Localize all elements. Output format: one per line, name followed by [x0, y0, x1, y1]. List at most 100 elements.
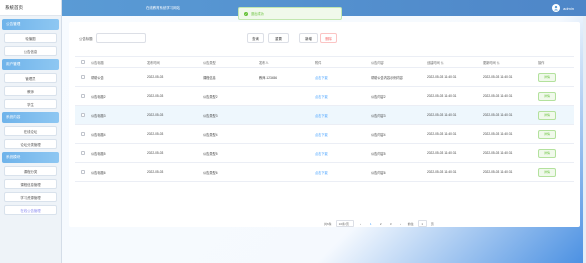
- sidebar: 系统首页 公告管理 轮播图 公告信息 用户管理 管理员 教师 学生 系统内容 在线论坛 论坛分类管…: [0, 0, 62, 263]
- download-link[interactable]: 点击下载: [315, 171, 328, 175]
- detail-button[interactable]: 详情: [538, 72, 556, 82]
- sidebar-item[interactable]: 教师: [4, 86, 57, 96]
- row-checkbox[interactable]: [75, 151, 89, 155]
- table-cell: 2022-05-03: [147, 113, 164, 117]
- action-cell: 详情: [536, 72, 574, 82]
- avatar[interactable]: [552, 4, 561, 12]
- sidebar-item[interactable]: 轮播图: [4, 33, 57, 43]
- add-button[interactable]: 新增: [299, 33, 318, 43]
- check-icon: ✓: [244, 11, 248, 16]
- table-row[interactable]: 公告标题5 2022-05-03 公告类型5 点击下载 公告内容5 2022-05-03 …: [75, 144, 574, 163]
- column-header: 公告类型: [203, 60, 216, 65]
- action-cell: 详情: [536, 129, 574, 139]
- announcement-table: 公告标题 发布时间 公告类型 发布人 附件 公告内容 创建时间 ⇅ 更新时间 ⇅…: [75, 56, 574, 182]
- table-cell: 2022-05-03: [147, 94, 164, 98]
- page-number[interactable]: 2: [378, 220, 384, 227]
- attachment-cell: 点击下载: [313, 170, 369, 175]
- detail-button[interactable]: 详情: [538, 110, 556, 120]
- table-cell: 2022-05-03 11:40:31: [427, 170, 457, 174]
- download-link[interactable]: 点击下载: [315, 95, 328, 99]
- row-checkbox[interactable]: [75, 170, 89, 174]
- row-checkbox[interactable]: [75, 94, 89, 98]
- table-cell: 公告标题4: [91, 132, 106, 137]
- sidebar-item[interactable]: 课程信息管理: [4, 179, 57, 189]
- column-header: 发布人: [259, 60, 269, 65]
- table-cell: 公告标题6: [91, 170, 106, 175]
- table-cell: 2022-05-03 11:40:31: [483, 75, 513, 79]
- next-page-button[interactable]: ›: [398, 220, 404, 227]
- header-title: 在线教育系统学习网站: [146, 6, 180, 10]
- select-all-checkbox[interactable]: [75, 60, 89, 64]
- sidebar-section[interactable]: 用户管理: [2, 59, 59, 70]
- table-row[interactable]: 公告标题4 2022-05-03 公告类型4 点击下载 公告内容4 2022-05-03 …: [75, 125, 574, 144]
- table-cell: 2022-05-03 11:40:31: [427, 113, 457, 117]
- reset-button[interactable]: 重置: [268, 33, 289, 43]
- column-header-sortable[interactable]: 创建时间 ⇅: [425, 60, 481, 65]
- table-row[interactable]: 公告标题3 2022-05-03 公告类型3 点击下载 公告内容3 2022-05-03 …: [75, 106, 574, 125]
- table-cell: 2022-05-03: [147, 132, 164, 136]
- sidebar-item[interactable]: 学生: [4, 99, 57, 109]
- table-row[interactable]: 公告标题2 2022-05-03 公告类型2 点击下载 公告内容2 2022-05-03 …: [75, 87, 574, 106]
- attachment-cell: 点击下载: [313, 113, 369, 118]
- table-cell: 公告内容4: [371, 132, 386, 137]
- detail-button[interactable]: 详情: [538, 129, 556, 139]
- search-button[interactable]: 查询: [247, 33, 264, 43]
- download-link[interactable]: 点击下载: [315, 152, 328, 156]
- table-cell: 公告内容6: [371, 170, 386, 175]
- table-cell: 2022-05-03 11:40:31: [427, 151, 457, 155]
- table-cell: 公告类型6: [203, 170, 218, 175]
- sidebar-item[interactable]: 课程分类: [4, 166, 57, 176]
- goto-page-input[interactable]: 1: [417, 220, 427, 227]
- action-cell: 详情: [536, 110, 574, 120]
- sidebar-item[interactable]: 在线论坛: [4, 126, 57, 136]
- table-cell: 公告内容2: [371, 94, 386, 99]
- table-cell: 2022-05-03: [147, 75, 164, 79]
- column-header: 发布时间: [147, 60, 160, 65]
- download-link[interactable]: 点击下载: [315, 76, 328, 80]
- detail-button[interactable]: 详情: [538, 148, 556, 158]
- page-number[interactable]: 1: [368, 220, 374, 227]
- table-cell: 2022-05-03 11:40:31: [483, 151, 513, 155]
- column-header: 公告内容: [371, 60, 384, 65]
- download-link[interactable]: 点击下载: [315, 114, 328, 118]
- column-header: 操作: [538, 60, 545, 65]
- column-header-sortable[interactable]: 更新时间 ⇅: [481, 60, 536, 65]
- attachment-cell: 点击下载: [313, 94, 369, 99]
- table-cell: 2022-05-03 11:40:31: [483, 94, 513, 98]
- table-header: 公告标题 发布时间 公告类型 发布人 附件 公告内容 创建时间 ⇅ 更新时间 ⇅…: [75, 57, 574, 68]
- row-checkbox[interactable]: [75, 132, 89, 136]
- attachment-cell: 点击下载: [313, 151, 369, 156]
- delete-button[interactable]: 删除: [320, 33, 337, 43]
- table-cell: 课程信息: [203, 75, 216, 80]
- page-size-select[interactable]: 10条/页: [335, 220, 354, 227]
- row-checkbox[interactable]: [75, 75, 89, 79]
- row-checkbox[interactable]: [75, 113, 89, 117]
- detail-button[interactable]: 详情: [538, 167, 556, 177]
- download-link[interactable]: 点击下载: [315, 133, 328, 137]
- action-cell: 详情: [536, 148, 574, 158]
- sidebar-item[interactable]: 学习资源管理: [4, 192, 57, 202]
- prev-page-button[interactable]: ‹: [358, 220, 364, 227]
- sidebar-item[interactable]: 在线公告管理: [4, 205, 57, 215]
- table-cell: 2022-05-03: [147, 151, 164, 155]
- toast-text: 退出成功: [251, 12, 264, 16]
- pagination-total: 共6条: [324, 221, 332, 226]
- table-cell: 公告内容5: [371, 151, 386, 156]
- table-cell: 公告类型5: [203, 151, 218, 156]
- user-icon: [553, 5, 559, 11]
- sidebar-item[interactable]: 论坛分类管理: [4, 139, 57, 149]
- table-cell: 2022-05-03 11:40:31: [483, 132, 513, 136]
- table-cell: 帮助公告: [91, 75, 104, 80]
- sidebar-section[interactable]: 公告管理: [2, 19, 59, 30]
- sidebar-section[interactable]: 系统模块: [2, 152, 59, 163]
- sidebar-item[interactable]: 公告信息: [4, 46, 57, 56]
- table-row[interactable]: 公告标题6 2022-05-03 公告类型6 点击下载 公告内容6 2022-05-03 …: [75, 163, 574, 182]
- page-number[interactable]: 3: [388, 220, 394, 227]
- table-cell: 公告标题2: [91, 94, 106, 99]
- table-row[interactable]: 帮助公告 2022-05-03 课程信息 教师-123456 点击下载 帮助公告内容示例内…: [75, 68, 574, 87]
- sidebar-item[interactable]: 管理员: [4, 73, 57, 83]
- search-input[interactable]: [95, 33, 146, 43]
- detail-button[interactable]: 详情: [538, 91, 556, 101]
- sidebar-section[interactable]: 系统内容: [2, 112, 59, 123]
- user-menu[interactable]: admin: [552, 4, 574, 12]
